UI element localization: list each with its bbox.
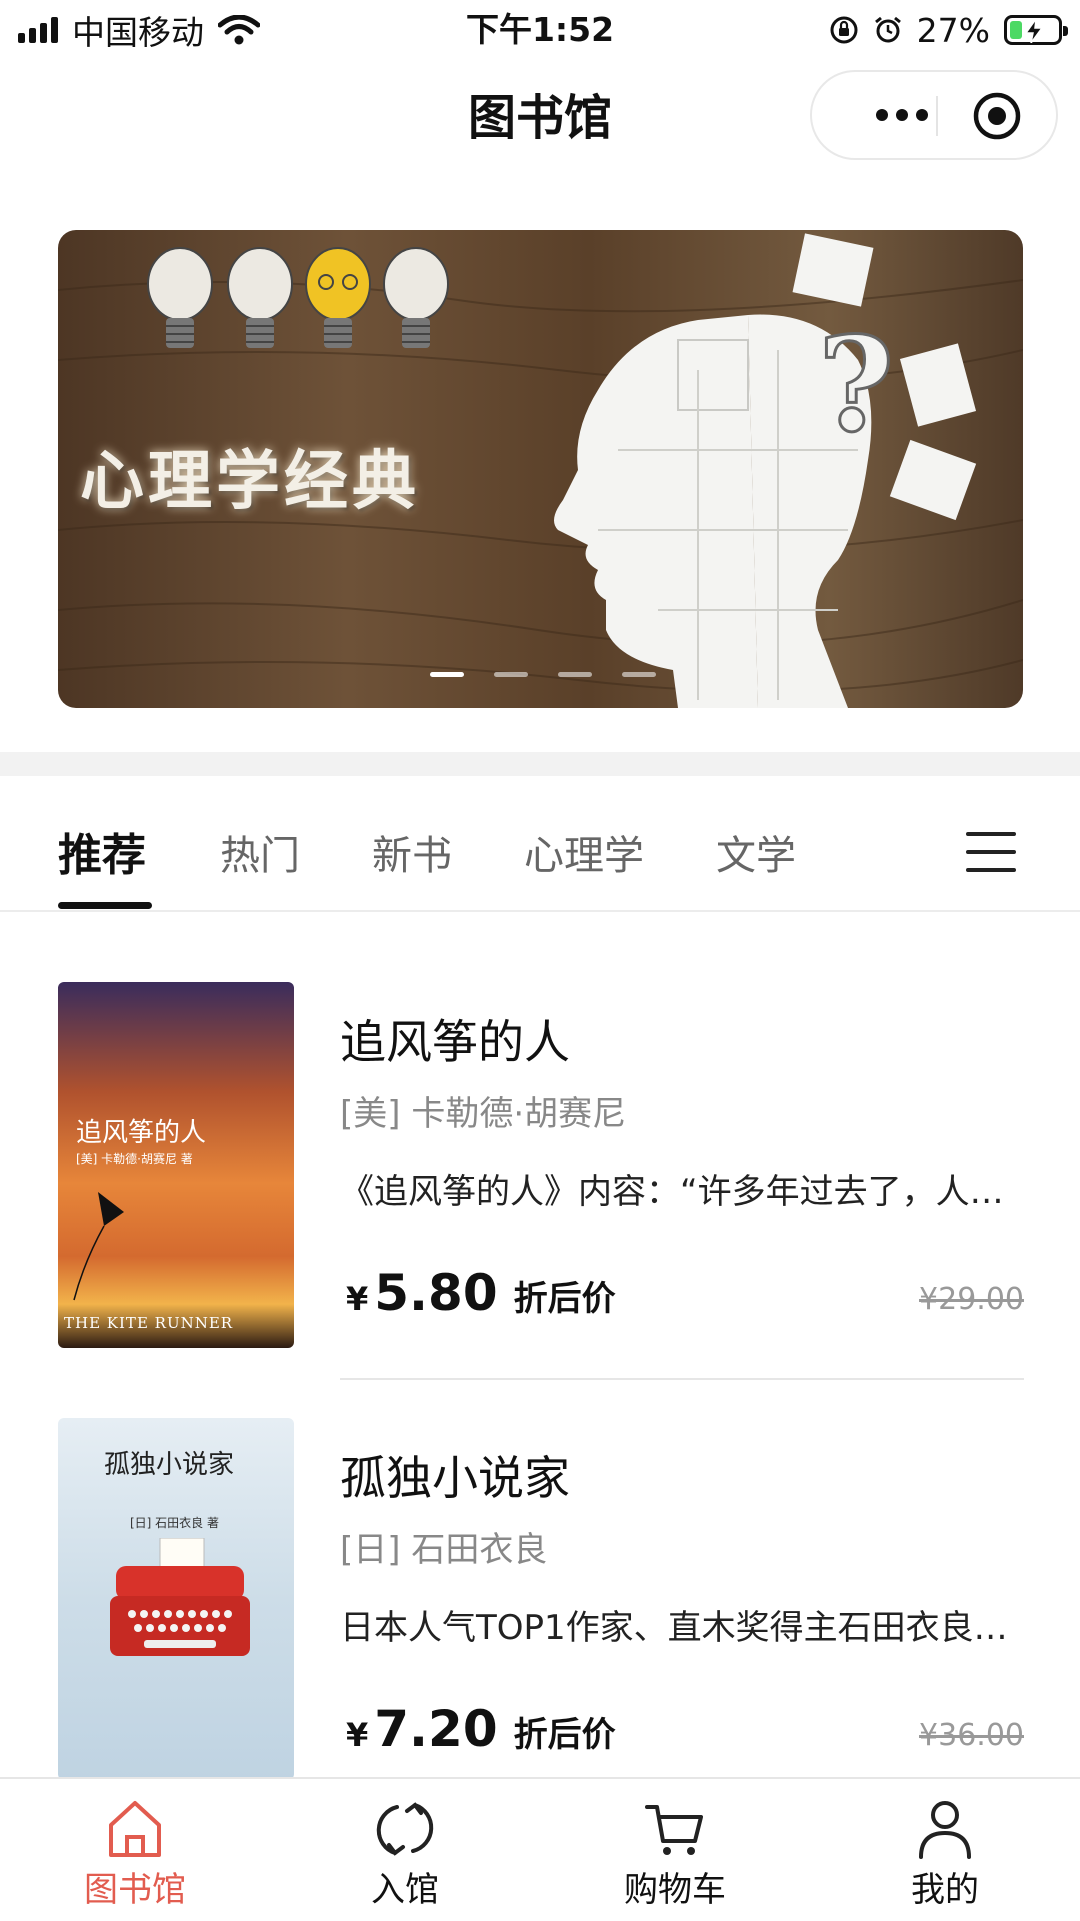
kite-icon	[73, 1192, 124, 1301]
currency-symbol: ¥	[346, 1716, 369, 1754]
cart-icon	[645, 1805, 703, 1855]
tabbar-item-library[interactable]: 图书馆	[0, 1779, 270, 1921]
cover-author: [日] 石田衣良 著	[130, 1516, 219, 1530]
cover-title: 追风筝的人	[76, 1118, 207, 1148]
tabbar-item-me[interactable]: 我的	[810, 1779, 1080, 1921]
close-mini-program-icon[interactable]	[972, 91, 1022, 141]
rotation-lock-icon	[830, 16, 858, 44]
alarm-icon	[874, 16, 901, 43]
category-tabs: 推荐 热门 新书 心理学 文学	[0, 778, 1080, 912]
discount-label: 折后价	[513, 1715, 616, 1755]
book-title[interactable]: 追风筝的人	[340, 1012, 570, 1072]
book-title[interactable]: 孤独小说家	[340, 1448, 570, 1508]
book-description: 日本人气TOP1作家、直木奖得主石田衣良最新力作	[340, 1608, 1024, 1648]
original-price: ¥29.00	[919, 1282, 1024, 1317]
active-tab-indicator	[58, 902, 152, 909]
hamburger-menu-icon[interactable]	[966, 828, 1016, 876]
mini-program-capsule	[810, 70, 1058, 160]
carousel-dot[interactable]	[430, 672, 464, 677]
bottom-tab-bar: 图书馆 入馆 购物车 我的	[0, 1777, 1080, 1921]
status-bar: 中国移动 下午1:52 27%	[0, 0, 1080, 60]
light-bulb-icons	[147, 247, 449, 348]
svg-text:?: ?	[818, 308, 894, 461]
book-cover[interactable]: 孤独小说家 [日] 石田衣良 著	[58, 1418, 294, 1780]
book-author: [美] 卡勒德·胡赛尼	[340, 1094, 627, 1134]
cover-author: [美] 卡勒德·胡赛尼 著	[76, 1152, 193, 1166]
page: 中国移动 下午1:52 27% 图书馆 ? 心理学经典 推荐 热门 新书 心理学…	[0, 0, 1080, 1921]
book-item[interactable]: 孤独小说家 [日] 石田衣良 著 孤独小说家 [日] 石田衣良 日本人气TOP1…	[0, 1418, 1080, 1798]
currency-symbol: ¥	[346, 1280, 369, 1318]
tab-recommended[interactable]: 推荐	[58, 828, 146, 884]
tabbar-item-cart[interactable]: 购物车	[540, 1779, 810, 1921]
list-divider	[340, 1378, 1024, 1380]
charging-icon	[1024, 19, 1044, 43]
tabbar-label: 图书馆	[84, 1870, 186, 1910]
price-row: ¥ 5.80 折后价	[346, 1264, 616, 1324]
puzzle-head-illustration: ?	[554, 233, 977, 708]
original-price: ¥36.00	[919, 1718, 1024, 1753]
nav-bar: 图书馆	[0, 62, 1080, 172]
tabbar-label: 我的	[911, 1870, 979, 1910]
carousel-indicator	[430, 672, 656, 677]
tabbar-label: 购物车	[624, 1870, 726, 1910]
cover-english-title: THE KITE RUNNER	[64, 1314, 234, 1332]
cover-title: 孤独小说家	[104, 1450, 235, 1480]
battery-icon	[1004, 15, 1068, 45]
section-divider	[0, 752, 1080, 776]
carousel-dot[interactable]	[558, 672, 592, 677]
discount-price: 7.20	[374, 1700, 498, 1758]
user-icon	[919, 1801, 971, 1859]
price-row: ¥ 7.20 折后价	[346, 1700, 616, 1760]
discount-label: 折后价	[513, 1279, 616, 1319]
tabbar-item-checkin[interactable]: 入馆	[270, 1779, 540, 1921]
battery-percent: 27%	[916, 10, 990, 50]
typewriter-icon	[110, 1538, 250, 1656]
carousel-dot[interactable]	[494, 672, 528, 677]
tab-new-books[interactable]: 新书	[372, 828, 452, 884]
tab-psychology[interactable]: 心理学	[524, 828, 644, 884]
tabbar-label: 入馆	[371, 1870, 439, 1910]
tab-literature[interactable]: 文学	[716, 828, 796, 884]
home-icon	[109, 1801, 161, 1857]
tab-hot[interactable]: 热门	[220, 828, 300, 884]
book-item[interactable]: 追风筝的人 [美] 卡勒德·胡赛尼 著 THE KITE RUNNER 追风筝的…	[0, 982, 1080, 1380]
book-description: 《追风筝的人》内容：“许多年过去了，人们说陈年旧事可以被埋葬，然而我终于明白这是…	[340, 1172, 1024, 1212]
battery-level	[1010, 21, 1022, 39]
book-cover[interactable]: 追风筝的人 [美] 卡勒德·胡赛尼 著 THE KITE RUNNER	[58, 982, 294, 1348]
carousel-dot[interactable]	[622, 672, 656, 677]
refresh-icon	[376, 1802, 434, 1856]
banner-carousel[interactable]: ? 心理学经典	[58, 230, 1023, 708]
discount-price: 5.80	[374, 1264, 498, 1322]
book-author: [日] 石田衣良	[340, 1530, 548, 1570]
banner-title: 心理学经典	[80, 444, 420, 519]
